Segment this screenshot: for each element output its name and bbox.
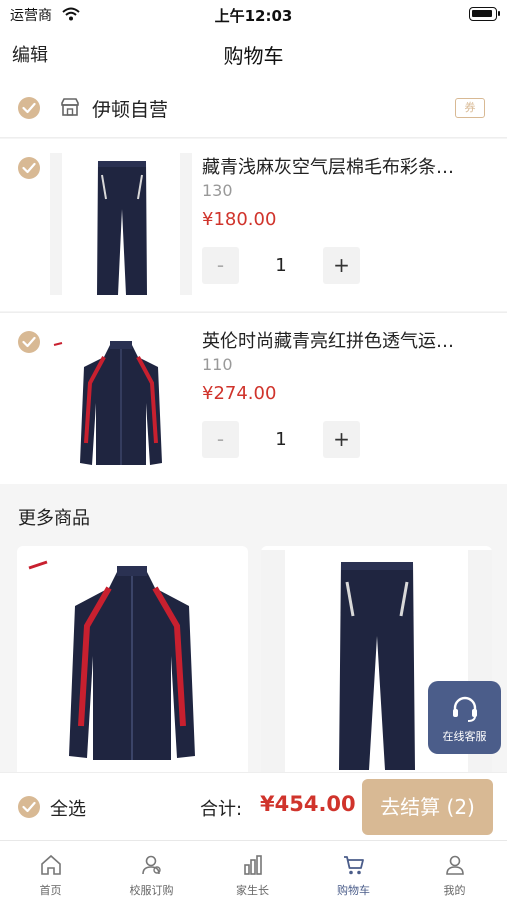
product-price: ¥180.00 [202,209,277,230]
tab-label: 家生长 [236,884,269,897]
item-checkbox[interactable] [18,331,40,353]
tab-label: 校服订购 [129,884,174,897]
cart-item: 藏青浅麻灰空气层棉毛布彩条… 130 ¥180.00 - 1 + [0,139,507,311]
cart-item: 英伦时尚藏青亮红拼色透气运… 110 ¥274.00 - 1 + [0,312,507,484]
tab-label: 我的 [443,884,466,897]
home-icon [41,854,61,875]
tab-mine[interactable]: 我的 [404,841,505,900]
tab-cart[interactable]: 购物车 [303,841,404,900]
decrease-button[interactable]: - [202,421,239,458]
nav-bar: 编辑 购物车 [0,28,507,78]
select-all-checkbox[interactable] [18,796,40,818]
coupon-icon[interactable]: 券 [455,98,485,118]
product-price: ¥274.00 [202,383,277,404]
tab-label: 首页 [39,884,62,897]
quantity-value[interactable]: 1 [239,247,323,284]
tab-bar: 首页 校服订购 家生长 购物车 我的 [0,840,507,900]
total-amount: ¥454.00 [260,792,356,816]
checkout-bar: 全选 合计: ¥454.00 去结算 (2) [0,772,507,840]
increase-button[interactable]: + [323,247,360,284]
product-name[interactable]: 英伦时尚藏青亮红拼色透气运… [202,327,487,353]
tab-home[interactable]: 首页 [0,841,101,900]
tab-growth[interactable]: 家生长 [202,841,303,900]
store-name[interactable]: 伊顿自营 [92,95,168,122]
growth-icon [244,855,262,875]
store-checkbox[interactable] [18,97,40,119]
status-bar: 运营商 上午12:03 [0,0,507,28]
item-checkbox[interactable] [18,157,40,179]
product-spec: 110 [202,355,233,374]
product-image[interactable] [50,323,192,473]
clock: 上午12:03 [214,7,293,25]
battery-icon [469,7,500,21]
tab-label: 购物车 [337,884,370,897]
user-icon [446,855,464,875]
more-products-title: 更多商品 [18,508,90,529]
shop-icon [60,97,80,121]
select-all-label[interactable]: 全选 [50,795,86,821]
product-spec: 130 [202,181,233,200]
product-image [28,560,195,760]
total-label: 合计: [200,799,243,820]
customer-service-label: 在线客服 [442,730,487,743]
decrease-button[interactable]: - [202,247,239,284]
quantity-value[interactable]: 1 [239,421,323,458]
product-name[interactable]: 藏青浅麻灰空气层棉毛布彩条… [202,153,487,179]
customer-service-button[interactable]: 在线客服 [428,681,501,754]
increase-button[interactable]: + [323,421,360,458]
tab-uniform-order[interactable]: 校服订购 [101,841,202,900]
checkout-button[interactable]: 去结算 (2) [362,779,493,835]
quantity-stepper: - 1 + [202,247,362,285]
recommend-product-card[interactable] [17,546,248,786]
page-title: 购物车 [223,44,284,68]
quantity-stepper: - 1 + [202,421,362,459]
uniform-order-icon [142,855,161,875]
headset-icon [453,696,477,722]
store-header: 伊顿自营 券 [0,78,507,138]
cart-icon [344,856,364,875]
product-image[interactable] [50,149,192,299]
